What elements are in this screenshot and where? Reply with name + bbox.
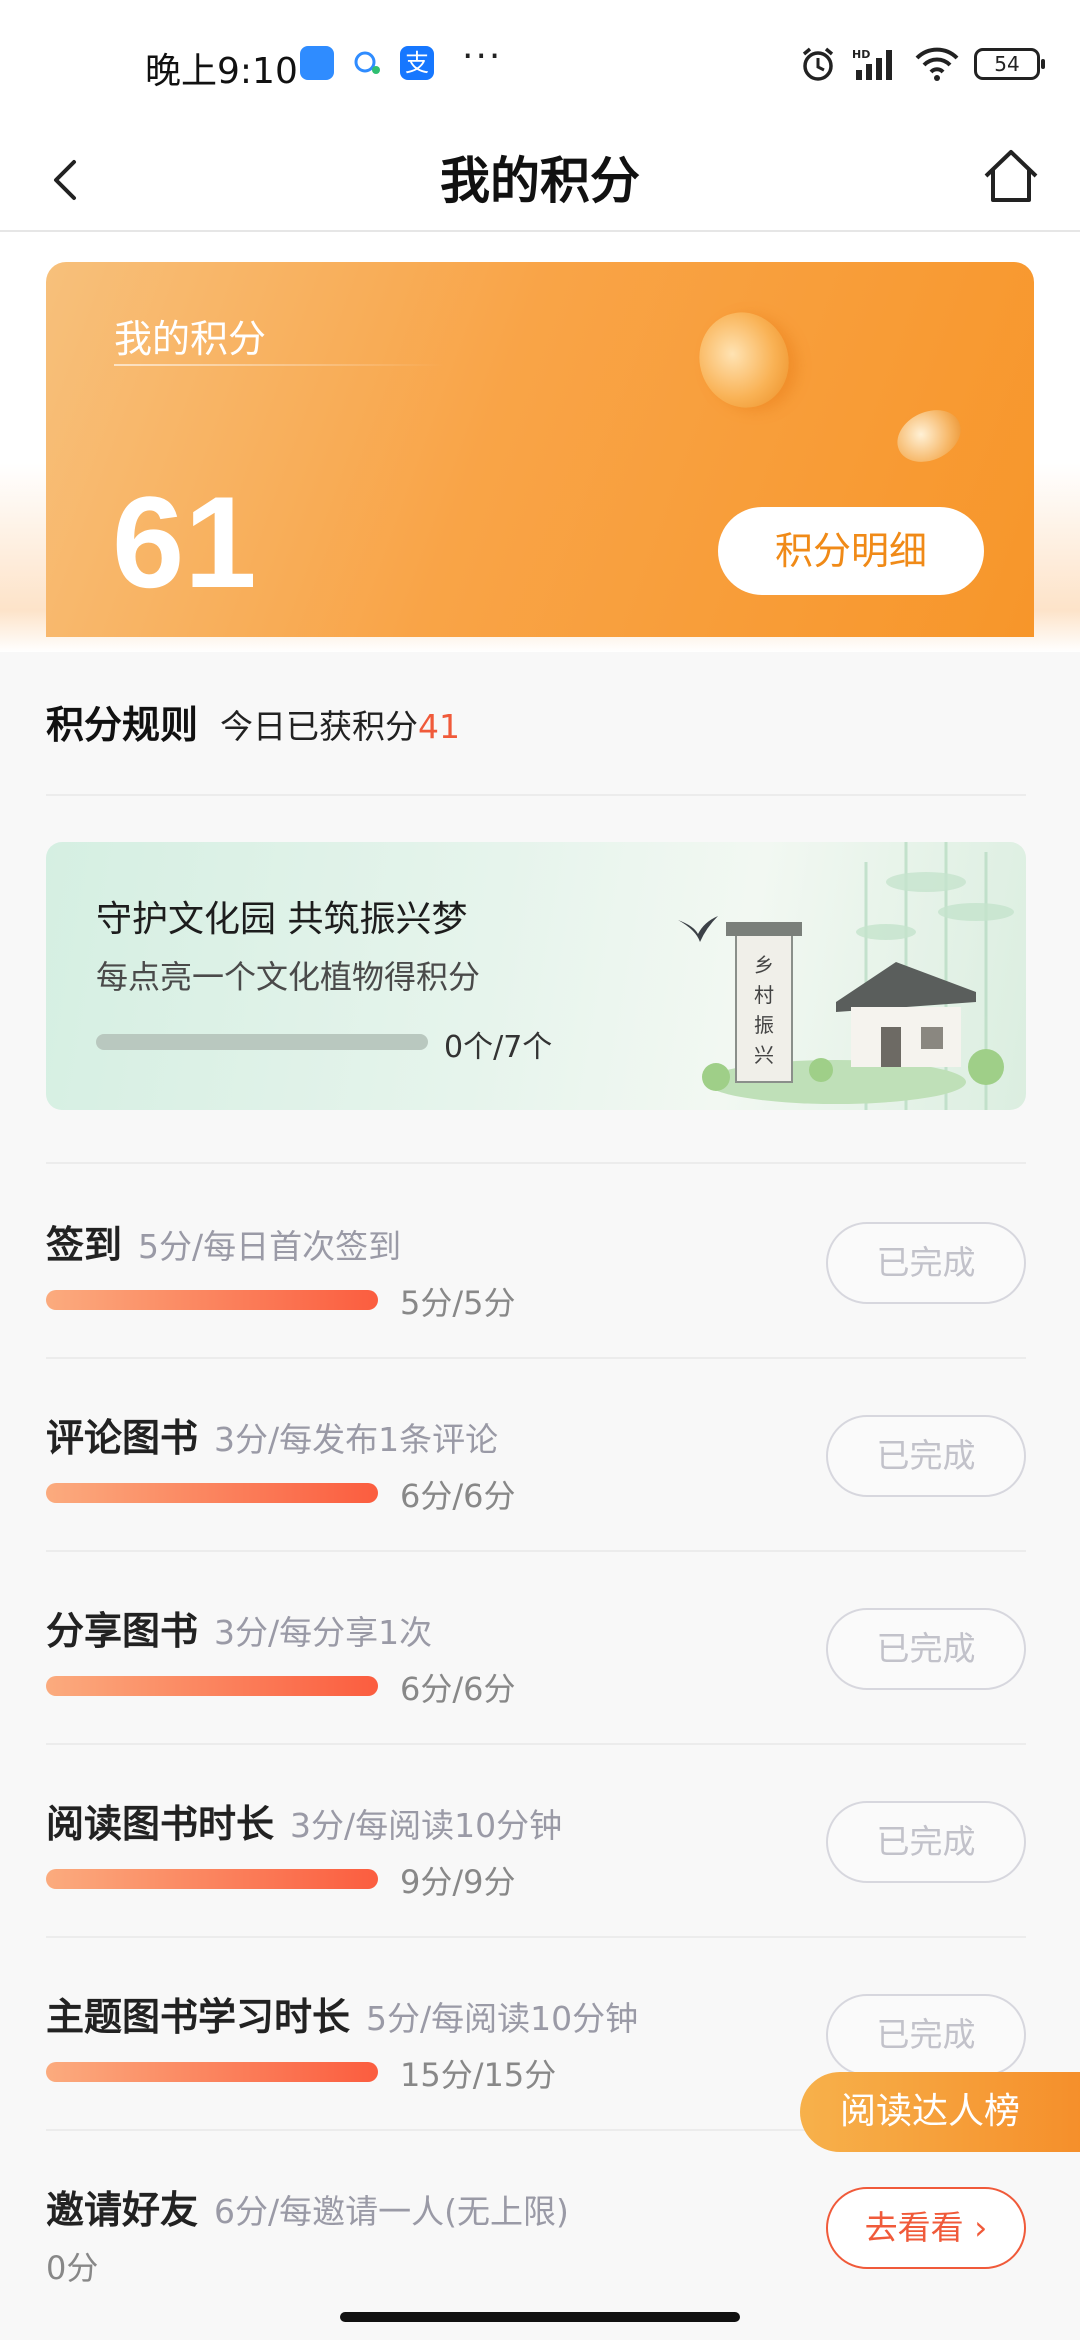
status-bar: 晚上9:10 支 ··· HD 54: [0, 0, 1080, 130]
task-name: 邀请好友: [46, 2188, 199, 2232]
divider: [46, 1162, 1026, 1164]
task-description: 3分/每分享1次: [214, 1613, 433, 1652]
task-description: 6分/每邀请一人(无上限): [214, 2192, 569, 2231]
svg-text:HD: HD: [852, 48, 870, 61]
task-progress-text: 6分/6分: [400, 1477, 516, 1515]
reading-leaderboard-button[interactable]: 阅读达人榜: [800, 2072, 1080, 2152]
task-title: 邀请好友 6分/每邀请一人(无上限): [46, 2179, 569, 2234]
task-completed-button[interactable]: 已完成: [826, 1222, 1026, 1304]
banner-subtitle: 每点亮一个文化植物得积分: [96, 958, 481, 996]
wifi-icon: [915, 47, 959, 81]
task-description: 3分/每发布1条评论: [214, 1420, 499, 1459]
rules-header: 积分规则 今日已获积分41: [46, 694, 460, 749]
task-row: 分享图书 3分/每分享1次 6分/6分 已完成: [0, 1554, 1080, 1747]
task-name: 分享图书: [46, 1609, 199, 1653]
svg-text:兴: 兴: [754, 1043, 774, 1067]
points-label: 我的积分: [114, 317, 267, 361]
task-title: 阅读图书时长 3分/每阅读10分钟: [46, 1793, 562, 1848]
swallow-icon: [678, 916, 718, 942]
chevron-right-icon: ›: [974, 2208, 988, 2247]
task-description: 5分/每日首次签到: [138, 1227, 402, 1266]
home-icon[interactable]: [978, 144, 1044, 210]
task-name: 阅读图书时长: [46, 1802, 275, 1846]
task-progress-text: 0分: [46, 2249, 99, 2287]
task-title: 签到 5分/每日首次签到: [46, 1214, 401, 1269]
svg-text:振: 振: [754, 1013, 774, 1037]
divider: [46, 1357, 1026, 1359]
chat-notification-icon: [350, 46, 384, 80]
task-progress-bar: [46, 1483, 378, 1503]
page-title: 我的积分: [440, 151, 640, 210]
more-notifications-icon: ···: [462, 36, 503, 77]
banner-progress-bar: [96, 1034, 428, 1050]
task-row: 阅读图书时长 3分/每阅读10分钟 9分/9分 已完成: [0, 1747, 1080, 1940]
points-detail-button[interactable]: 积分明细: [718, 507, 984, 595]
task-row: 邀请好友 6分/每邀请一人(无上限) 0分 去看看 ›: [0, 2133, 1080, 2326]
alarm-icon: [802, 47, 834, 81]
task-row: 评论图书 3分/每发布1条评论 6分/6分 已完成: [0, 1361, 1080, 1554]
task-description: 5分/每阅读10分钟: [366, 1999, 639, 2038]
task-completed-button[interactable]: 已完成: [826, 1415, 1026, 1497]
nav-bar: 我的积分: [0, 130, 1080, 232]
task-progress-bar: [46, 1869, 378, 1889]
divider: [46, 1743, 1026, 1745]
divider: [46, 1550, 1026, 1552]
svg-text:乡: 乡: [754, 953, 774, 977]
battery-level: 54: [994, 52, 1020, 76]
divider: [46, 1936, 1026, 1938]
coin-icon: [888, 400, 970, 472]
task-title: 主题图书学习时长 5分/每阅读10分钟: [46, 1986, 638, 2041]
today-points: 今日已获积分41: [220, 700, 460, 748]
svg-text:村: 村: [754, 983, 774, 1007]
task-name: 签到: [46, 1223, 123, 1267]
points-card: 我的积分 61 积分明细: [46, 262, 1034, 637]
task-progress-bar: [46, 2062, 378, 2082]
divider: [46, 794, 1026, 796]
signal-icon: HD: [852, 48, 892, 80]
task-progress-text: 9分/9分: [400, 1863, 516, 1901]
coin-icon: [686, 299, 802, 421]
today-points-label: 今日已获积分: [220, 707, 419, 746]
task-progress-bar: [46, 1290, 378, 1310]
task-progress-bar: [46, 1676, 378, 1696]
banner-progress-text: 0个/7个: [444, 1030, 553, 1065]
task-name: 主题图书学习时长: [46, 1995, 351, 2039]
task-title: 评论图书 3分/每发布1条评论: [46, 1407, 498, 1462]
rules-title: 积分规则: [46, 703, 199, 747]
village-scenery-illustration: 乡 村 振 兴: [702, 842, 1014, 1110]
task-description: 3分/每阅读10分钟: [290, 1806, 563, 1845]
task-completed-button[interactable]: 已完成: [826, 1801, 1026, 1883]
battery-icon: 54: [974, 48, 1045, 80]
points-label-underline: [114, 364, 444, 366]
alipay-notification-icon: 支: [400, 46, 434, 80]
points-value: 61: [112, 469, 257, 615]
task-progress-text: 15分/15分: [400, 2056, 557, 2094]
banner-title: 守护文化园 共筑振兴梦: [96, 899, 468, 940]
task-completed-button[interactable]: 已完成: [826, 1608, 1026, 1690]
today-points-value: 41: [418, 707, 461, 746]
app-notification-icon: [300, 46, 334, 80]
task-row: 签到 5分/每日首次签到 5分/5分 已完成: [0, 1168, 1080, 1361]
task-title: 分享图书 3分/每分享1次: [46, 1600, 432, 1655]
invite-go-label: 去看看: [864, 2208, 964, 2247]
home-indicator[interactable]: [340, 2312, 740, 2322]
task-name: 评论图书: [46, 1416, 199, 1460]
invite-go-button[interactable]: 去看看 ›: [826, 2187, 1026, 2269]
task-completed-button[interactable]: 已完成: [826, 1994, 1026, 2076]
task-progress-text: 6分/6分: [400, 1670, 516, 1708]
status-time: 晚上9:10: [145, 51, 298, 92]
task-progress-text: 5分/5分: [400, 1284, 516, 1322]
culture-garden-banner[interactable]: 乡 村 振 兴 守护文化园 共筑振兴梦 每点亮一个文化植物得积分 0个/7个: [46, 842, 1026, 1110]
